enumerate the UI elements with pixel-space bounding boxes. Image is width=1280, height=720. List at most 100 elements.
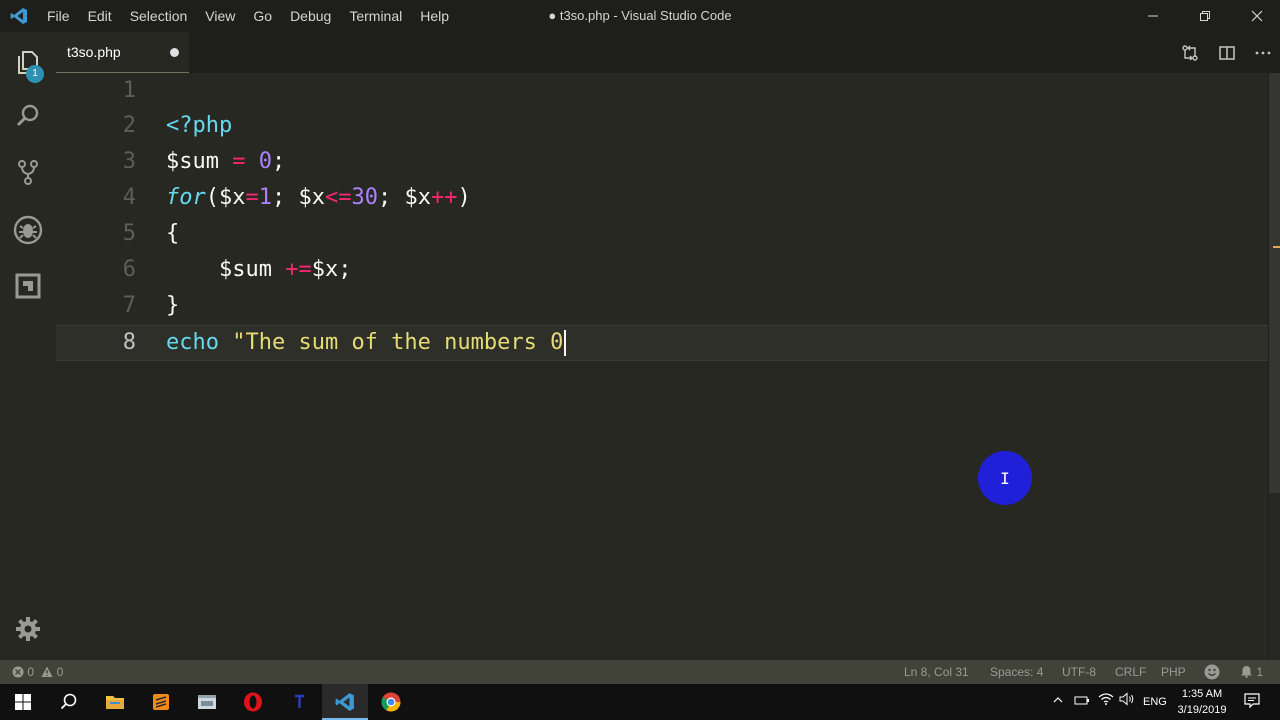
debug-icon — [13, 215, 43, 245]
cursor-position[interactable]: Ln 8, Col 31 — [904, 660, 969, 684]
explorer-button[interactable]: 1 — [0, 38, 56, 86]
menu-bar: File Edit Selection View Go Debug Termin… — [38, 0, 458, 32]
line-text: echo "The sum of the numbers 0 — [166, 325, 567, 361]
bell-icon — [1241, 666, 1252, 678]
opera-icon — [244, 692, 262, 712]
menu-edit[interactable]: Edit — [79, 0, 121, 32]
system-clock[interactable]: 1:35 AM 3/19/2019 — [1168, 686, 1236, 718]
windows-logo-icon — [15, 694, 31, 710]
notification-center-icon — [1244, 693, 1260, 709]
line-number: 7 — [122, 293, 136, 318]
network-status[interactable] — [1098, 684, 1114, 720]
line-number: 3 — [122, 149, 136, 174]
line-text: <?php — [166, 113, 233, 138]
smiley-icon — [1204, 664, 1220, 680]
menu-debug[interactable]: Debug — [281, 0, 340, 32]
end-of-line[interactable]: CRLF — [1115, 660, 1146, 684]
menu-file[interactable]: File — [38, 0, 79, 32]
close-icon — [1251, 10, 1263, 22]
code-line: 3 $sum = 0; — [56, 144, 1268, 180]
minimize-button[interactable] — [1130, 0, 1176, 32]
taskbar-opera[interactable] — [230, 684, 276, 720]
line-text: $sum +=$x; — [166, 257, 352, 282]
line-number: 5 — [122, 221, 136, 246]
explorer-badge: 1 — [26, 65, 44, 83]
tab-t3so-php[interactable]: t3so.php — [56, 32, 189, 73]
gear-icon — [16, 617, 40, 641]
vscode-icon — [335, 693, 354, 711]
taskbar-vscode[interactable] — [322, 684, 368, 720]
menu-help[interactable]: Help — [411, 0, 458, 32]
text-app-icon — [295, 694, 304, 708]
start-button[interactable] — [0, 684, 46, 720]
code-line-current: 8 echo "The sum of the numbers 0 — [56, 325, 1268, 361]
compare-changes-button[interactable] — [1179, 42, 1201, 64]
notification-count: 1 — [1256, 665, 1264, 679]
tab-label: t3so.php — [67, 44, 121, 60]
action-center-button[interactable] — [1244, 684, 1260, 720]
folder-icon — [106, 696, 124, 709]
restore-button[interactable] — [1182, 0, 1228, 32]
problems-indicator[interactable]: 0 0 — [12, 660, 63, 684]
extensions-button[interactable] — [0, 262, 56, 310]
search-button[interactable] — [0, 92, 56, 140]
show-hidden-icons[interactable] — [1052, 684, 1064, 720]
taskbar-file-explorer[interactable] — [92, 684, 138, 720]
app-window-icon — [198, 695, 216, 709]
code-line: 1 — [56, 73, 1268, 109]
compare-changes-icon — [1182, 45, 1198, 61]
battery-status[interactable] — [1074, 684, 1090, 720]
taskbar-chrome[interactable] — [368, 684, 414, 720]
cursor-position-marker — [1273, 246, 1280, 248]
notifications[interactable]: 1 — [1240, 660, 1263, 684]
debug-button[interactable] — [0, 206, 56, 254]
status-bar: 0 0 Ln 8, Col 31 Spaces: 4 UTF-8 CRLF PH… — [0, 660, 1280, 684]
code-line: 4 for($x=1; $x<=30; $x++) — [56, 180, 1268, 216]
title-bar: File Edit Selection View Go Debug Termin… — [0, 0, 1280, 32]
mouse-pointer-highlight: I — [978, 451, 1032, 505]
split-editor-button[interactable] — [1216, 42, 1238, 64]
text-cursor-icon: I — [1000, 468, 1010, 488]
menu-view[interactable]: View — [196, 0, 244, 32]
source-control-icon — [18, 160, 38, 185]
warning-icon — [41, 666, 53, 677]
error-count: 0 — [27, 665, 35, 679]
line-number: 2 — [122, 113, 136, 138]
line-number: 8 — [122, 330, 136, 355]
taskbar-sublime-text[interactable] — [138, 684, 184, 720]
close-button[interactable] — [1234, 0, 1280, 32]
input-language[interactable]: ENG — [1143, 684, 1167, 720]
split-editor-icon — [1219, 46, 1235, 60]
speaker-icon — [1119, 692, 1134, 706]
taskbar-search-button[interactable] — [46, 684, 92, 720]
taskbar-app[interactable] — [184, 684, 230, 720]
encoding[interactable]: UTF-8 — [1062, 660, 1096, 684]
line-number: 6 — [122, 257, 136, 282]
code-line: 6 $sum +=$x; — [56, 252, 1268, 288]
clock-time: 1:35 AM — [1181, 688, 1223, 700]
manage-button[interactable] — [0, 605, 56, 653]
indentation[interactable]: Spaces: 4 — [990, 660, 1043, 684]
wifi-icon — [1098, 693, 1114, 705]
menu-go[interactable]: Go — [244, 0, 281, 32]
battery-icon — [1074, 696, 1089, 705]
code-line: 5 { — [56, 216, 1268, 252]
minimize-icon — [1148, 15, 1158, 17]
sublime-text-icon — [153, 694, 169, 710]
code-editor[interactable]: 1 2 <?php 3 $sum = 0; 4 for($x=1; $x<=30… — [56, 73, 1268, 660]
taskbar-app-2[interactable] — [276, 684, 322, 720]
menu-terminal[interactable]: Terminal — [340, 0, 411, 32]
vertical-scrollbar[interactable] — [1268, 73, 1280, 660]
language-mode[interactable]: PHP — [1161, 660, 1186, 684]
line-text: { — [166, 221, 180, 246]
unsaved-dot-icon[interactable] — [170, 48, 179, 57]
activity-bar: 1 — [0, 32, 56, 660]
source-control-button[interactable] — [0, 148, 56, 196]
scrollbar-thumb[interactable] — [1269, 73, 1280, 493]
text-cursor — [564, 330, 567, 356]
menu-selection[interactable]: Selection — [121, 0, 197, 32]
chrome-icon — [381, 692, 401, 712]
volume-control[interactable] — [1119, 684, 1135, 720]
restore-icon — [1200, 11, 1210, 21]
more-actions-button[interactable] — [1252, 42, 1274, 64]
